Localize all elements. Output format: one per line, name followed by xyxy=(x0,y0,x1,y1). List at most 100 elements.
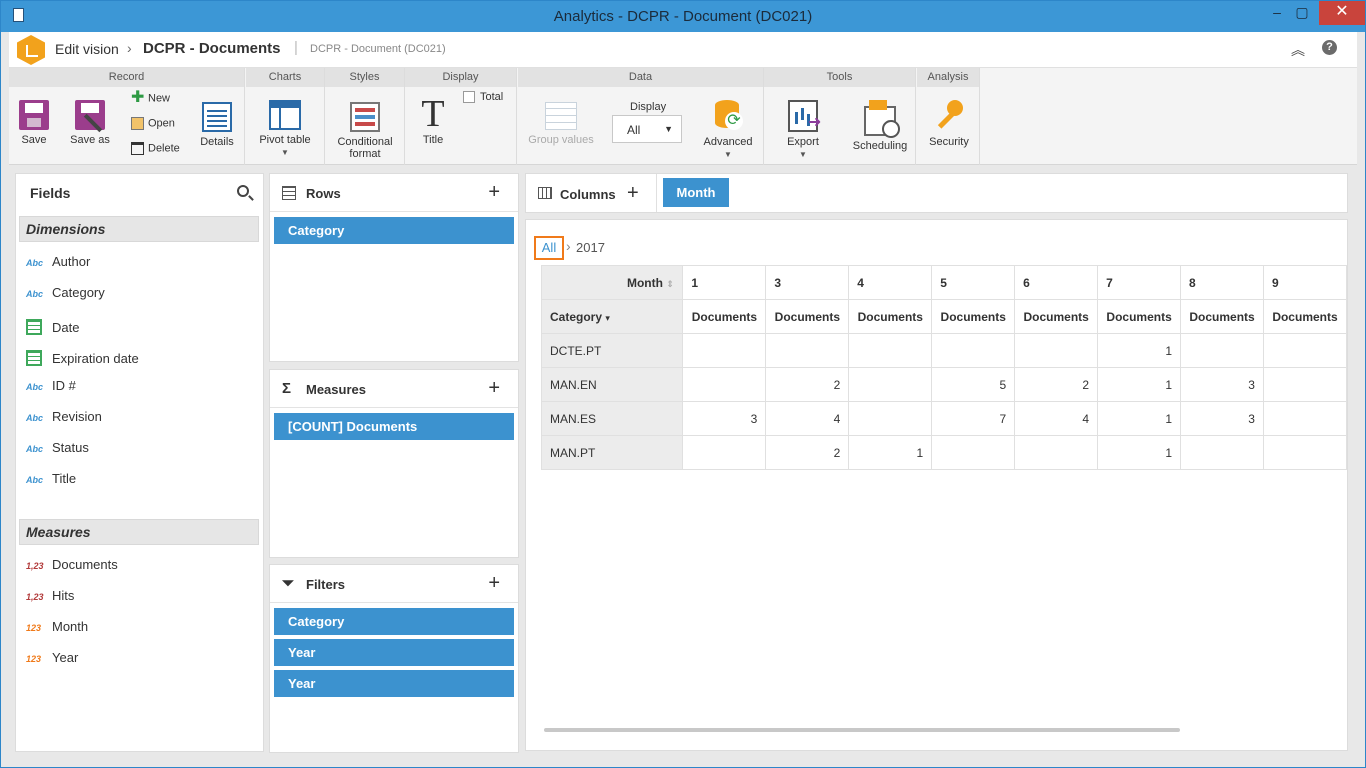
conditional-format-icon xyxy=(350,102,380,132)
breadcrumb-all[interactable]: All xyxy=(534,236,564,260)
table-cell: 7 xyxy=(931,401,1016,436)
field-title[interactable]: Abc Title xyxy=(26,471,76,491)
add-column-icon[interactable]: + xyxy=(627,182,639,205)
ribbon-group-analysis: Analysis Security xyxy=(917,68,980,165)
maximize-button[interactable]: ▢ xyxy=(1287,1,1317,25)
export-button[interactable]: Export ▼ xyxy=(780,100,826,159)
page-title: DCPR - Documents xyxy=(143,40,281,57)
field-expiration-date[interactable]: Expiration date xyxy=(26,347,139,367)
table-cell xyxy=(848,333,933,368)
save-as-button[interactable]: Save as xyxy=(67,100,113,146)
row-label[interactable]: MAN.EN xyxy=(540,367,684,402)
add-filter-icon[interactable]: + xyxy=(488,572,500,595)
month-header-row: Month ⇕ 1 3 4 5 6 7 8 9 xyxy=(540,265,1347,300)
divider: | xyxy=(294,39,298,56)
advanced-button[interactable]: Advanced ▼ xyxy=(702,100,754,159)
search-icon[interactable] xyxy=(237,185,249,197)
sort-desc-icon: ▾ xyxy=(605,312,610,323)
ribbon-group-label: Tools xyxy=(764,68,915,87)
table-cell: 1 xyxy=(848,435,933,470)
measures-header: Measures xyxy=(19,519,259,545)
open-button[interactable]: Open xyxy=(131,117,175,130)
save-button[interactable]: Save xyxy=(17,100,51,146)
details-button[interactable]: Details xyxy=(199,102,235,148)
database-refresh-icon xyxy=(715,100,743,132)
details-icon xyxy=(202,102,232,132)
text-type-icon: Abc xyxy=(26,382,44,392)
table-cell: 3 xyxy=(1180,401,1264,436)
breadcrumb-edit-vision[interactable]: Edit vision xyxy=(55,41,119,57)
measure-col-header: Documents xyxy=(931,299,1016,334)
title-bar: Analytics - DCPR - Document (DC021) – ▢ … xyxy=(1,1,1365,32)
table-cell xyxy=(682,333,767,368)
save-icon xyxy=(19,100,49,130)
field-month[interactable]: 123 Month xyxy=(26,619,88,639)
table-row: DCTE.PT 1 xyxy=(540,333,1347,368)
scheduling-button[interactable]: Scheduling xyxy=(850,100,910,152)
field-documents[interactable]: 1,23 Documents xyxy=(26,557,118,577)
filters-panel-header: ⏷ Filters + xyxy=(270,565,518,603)
group-values-icon xyxy=(545,102,577,130)
filter-chip-category[interactable]: Category xyxy=(274,608,514,635)
ribbon-group-label: Data xyxy=(518,68,763,87)
ribbon-group-label: Display xyxy=(405,68,516,87)
month-col-header: 4 xyxy=(848,265,933,300)
filter-chip-year[interactable]: Year xyxy=(274,639,514,666)
divider xyxy=(656,174,657,212)
table-cell xyxy=(1180,435,1264,470)
new-button[interactable]: ✚ New xyxy=(131,89,170,106)
field-id[interactable]: Abc ID # xyxy=(26,378,76,398)
total-checkbox[interactable]: Total xyxy=(463,91,503,104)
row-label[interactable]: MAN.ES xyxy=(540,401,684,436)
breadcrumb-separator: › xyxy=(566,238,571,254)
field-revision[interactable]: Abc Revision xyxy=(26,409,102,429)
month-col-header: 8 xyxy=(1180,265,1264,300)
breadcrumb-year[interactable]: 2017 xyxy=(576,240,605,255)
title-button[interactable]: T Title xyxy=(415,95,451,146)
collapse-ribbon-icon[interactable]: ︽ xyxy=(1291,40,1305,60)
category-header[interactable]: Category ▾ xyxy=(540,299,684,334)
ribbon-group-label: Styles xyxy=(325,68,404,87)
add-measure-icon[interactable]: + xyxy=(488,377,500,400)
add-row-icon[interactable]: + xyxy=(488,181,500,204)
measure-chip-count-documents[interactable]: [COUNT] Documents xyxy=(274,413,514,440)
field-year[interactable]: 123 Year xyxy=(26,650,78,670)
security-button[interactable]: Security xyxy=(923,100,975,148)
delete-button[interactable]: Delete xyxy=(131,142,180,155)
month-col-header: 3 xyxy=(765,265,850,300)
row-chip-category[interactable]: Category xyxy=(274,217,514,244)
measure-col-header: Documents xyxy=(1262,299,1347,334)
plus-icon: ✚ xyxy=(131,89,145,106)
sigma-icon: Σ xyxy=(282,380,292,397)
ribbon-group-tools: Tools Export ▼ Scheduling xyxy=(764,68,916,165)
field-category[interactable]: Abc Category xyxy=(26,285,105,305)
month-col-header: 5 xyxy=(931,265,1016,300)
close-window-button[interactable]: ✕ xyxy=(1319,1,1365,25)
table-cell xyxy=(1262,401,1347,436)
filter-chip-year[interactable]: Year xyxy=(274,670,514,697)
ribbon-group-display: Display T Title Total xyxy=(405,68,517,165)
field-status[interactable]: Abc Status xyxy=(26,440,89,460)
conditional-format-button[interactable]: Conditional format xyxy=(331,102,399,160)
row-label[interactable]: MAN.PT xyxy=(540,435,684,470)
field-date[interactable]: Date xyxy=(26,316,79,336)
table-cell: 3 xyxy=(682,401,767,436)
pivot-table-button[interactable]: Pivot table ▼ xyxy=(254,100,316,157)
field-author[interactable]: Abc Author xyxy=(26,254,90,274)
field-hits[interactable]: 1,23 Hits xyxy=(26,588,74,608)
help-icon[interactable]: ? xyxy=(1322,40,1337,55)
month-header[interactable]: Month ⇕ xyxy=(618,265,684,300)
checkbox-icon[interactable] xyxy=(463,91,475,104)
row-label[interactable]: DCTE.PT xyxy=(540,333,684,368)
text-type-icon: Abc xyxy=(26,475,44,485)
column-chip-month[interactable]: Month xyxy=(663,178,729,207)
text-type-icon: Abc xyxy=(26,289,44,299)
ribbon-group-label: Charts xyxy=(246,68,324,87)
chevron-down-icon: ▼ xyxy=(664,124,673,134)
horizontal-scrollbar[interactable] xyxy=(544,728,1180,732)
columns-bar: Columns + Month xyxy=(525,173,1348,213)
group-values-button[interactable]: Group values xyxy=(524,102,598,146)
display-select[interactable]: All ▼ xyxy=(612,115,682,143)
analytics-logo-icon xyxy=(17,35,45,65)
ribbon-group-label: Analysis xyxy=(917,68,979,87)
